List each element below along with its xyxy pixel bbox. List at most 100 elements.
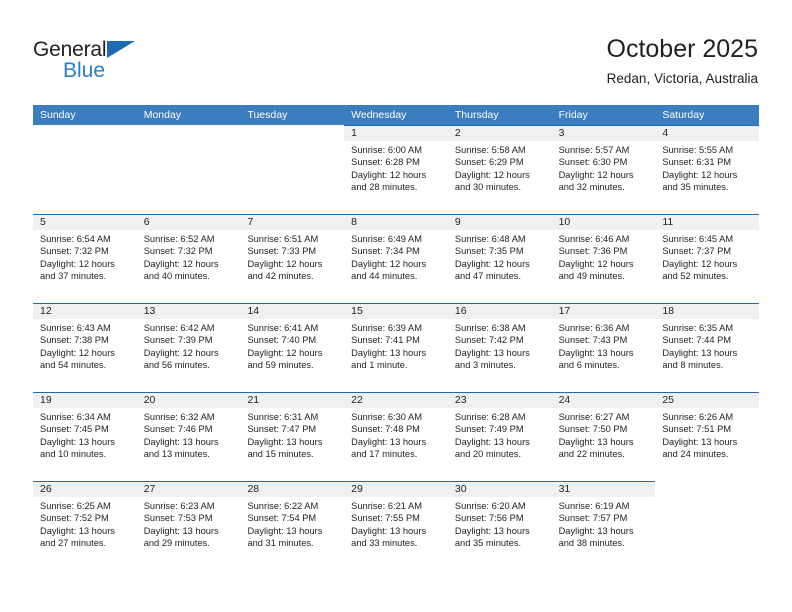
- day-cell[interactable]: 19 Sunrise: 6:34 AM Sunset: 7:45 PM Dayligh…: [33, 392, 137, 481]
- day-cell[interactable]: 21 Sunrise: 6:31 AM Sunset: 7:47 PM Dayligh…: [240, 392, 345, 481]
- sunrise-time: Sunrise: 6:54 AM: [40, 234, 111, 244]
- day-cell[interactable]: 6 Sunrise: 6:52 AM Sunset: 7:32 PM Daylight…: [136, 214, 241, 303]
- day-number: 15: [351, 305, 363, 317]
- day-number: 14: [247, 305, 260, 317]
- day-cell[interactable]: 7 Sunrise: 6:51 AM Sunset: 7:33 PM Daylight…: [240, 214, 345, 303]
- daylight-duration-line2: and 47 minutes.: [454, 271, 522, 282]
- day-cell[interactable]: 17 Sunrise: 6:36 AM Sunset: 7:43 PM Dayligh…: [551, 303, 656, 392]
- sunset-time: Sunset: 7:39 PM: [143, 335, 213, 346]
- day-cell[interactable]: 3 Sunrise: 5:57 AM Sunset: 6:30 PM Daylight…: [551, 125, 656, 214]
- day-cell[interactable]: 18 Sunrise: 6:35 AM Sunset: 7:44 PM Dayligh…: [655, 303, 760, 392]
- day-number: 17: [558, 305, 571, 317]
- day-info: Sunrise: 6:00 AM Sunset: 6:28 PM Daylight:…: [344, 141, 448, 194]
- sunset-time: Sunset: 7:50 PM: [558, 424, 628, 435]
- day-info: Sunrise: 6:51 AM Sunset: 7:33 PM Daylight:…: [240, 230, 344, 283]
- day-number: 2: [454, 127, 461, 139]
- day-cell[interactable]: 23 Sunrise: 6:28 AM Sunset: 7:49 PM Dayligh…: [447, 392, 552, 481]
- daylight-duration-line1: Daylight: 12 hours: [143, 258, 219, 269]
- sunrise-time: Sunrise: 6:28 AM: [454, 412, 526, 422]
- day-cell[interactable]: 27 Sunrise: 6:23 AM Sunset: 7:53 PM Dayligh…: [136, 481, 241, 570]
- day-number: 18: [662, 305, 674, 317]
- sunrise-time: Sunrise: 6:22 AM: [247, 501, 319, 511]
- sunrise-time: Sunrise: 5:55 AM: [662, 145, 734, 155]
- day-cell[interactable]: 31 Sunrise: 6:19 AM Sunset: 7:57 PM Dayligh…: [551, 481, 656, 570]
- sunset-time: Sunset: 7:51 PM: [662, 424, 732, 435]
- day-cell[interactable]: 29 Sunrise: 6:21 AM Sunset: 7:55 PM Dayligh…: [344, 481, 448, 570]
- sunset-time: Sunset: 7:36 PM: [558, 246, 628, 257]
- day-cell[interactable]: 24 Sunrise: 6:27 AM Sunset: 7:50 PM Dayligh…: [551, 392, 656, 481]
- day-info: Sunrise: 6:31 AM Sunset: 7:47 PM Daylight:…: [240, 408, 344, 461]
- weekday-header-saturday: Saturday: [662, 109, 705, 121]
- general-blue-logo[interactable]: General Blue: [33, 38, 163, 86]
- daylight-duration-line1: Daylight: 13 hours: [558, 347, 634, 358]
- day-number-band: 31: [551, 481, 656, 497]
- sunset-time: Sunset: 7:42 PM: [454, 335, 524, 346]
- day-info: Sunrise: 6:19 AM Sunset: 7:57 PM Daylight:…: [552, 497, 656, 550]
- day-number: 4: [662, 127, 669, 139]
- sunrise-time: Sunrise: 6:48 AM: [454, 234, 526, 244]
- empty-day-cell: [136, 125, 241, 214]
- sunrise-time: Sunrise: 5:58 AM: [454, 145, 526, 155]
- day-cell[interactable]: 16 Sunrise: 6:38 AM Sunset: 7:42 PM Dayligh…: [447, 303, 552, 392]
- day-info: Sunrise: 6:39 AM Sunset: 7:41 PM Daylight:…: [344, 319, 448, 372]
- day-number: 25: [662, 394, 674, 406]
- sunrise-time: Sunrise: 6:42 AM: [143, 323, 215, 333]
- day-number-band: 11: [655, 214, 760, 230]
- day-cell[interactable]: 13 Sunrise: 6:42 AM Sunset: 7:39 PM Dayligh…: [136, 303, 241, 392]
- day-cell[interactable]: 22 Sunrise: 6:30 AM Sunset: 7:48 PM Dayligh…: [344, 392, 448, 481]
- day-cell[interactable]: 25 Sunrise: 6:26 AM Sunset: 7:51 PM Dayligh…: [655, 392, 760, 481]
- sunset-time: Sunset: 7:48 PM: [351, 424, 420, 435]
- daylight-duration-line2: and 20 minutes.: [454, 449, 522, 460]
- day-cell[interactable]: 2 Sunrise: 5:58 AM Sunset: 6:29 PM Daylight…: [447, 125, 552, 214]
- daylight-duration-line1: Daylight: 13 hours: [351, 436, 427, 447]
- sunset-time: Sunset: 7:45 PM: [40, 424, 109, 435]
- day-cell[interactable]: 8 Sunrise: 6:49 AM Sunset: 7:34 PM Daylight…: [344, 214, 448, 303]
- daylight-duration-line1: Daylight: 12 hours: [558, 258, 634, 269]
- day-cell[interactable]: 4 Sunrise: 5:55 AM Sunset: 6:31 PM Daylight…: [655, 125, 760, 214]
- day-cell[interactable]: 10 Sunrise: 6:46 AM Sunset: 7:36 PM Dayligh…: [551, 214, 656, 303]
- day-cell[interactable]: 9 Sunrise: 6:48 AM Sunset: 7:35 PM Daylight…: [447, 214, 552, 303]
- sunrise-time: Sunrise: 6:49 AM: [351, 234, 422, 244]
- day-cell[interactable]: 20 Sunrise: 6:32 AM Sunset: 7:46 PM Dayligh…: [136, 392, 241, 481]
- sunset-time: Sunset: 6:29 PM: [454, 157, 524, 168]
- calendar-body: 1 Sunrise: 6:00 AM Sunset: 6:28 PM Daylight…: [33, 125, 760, 570]
- day-number: 7: [247, 216, 254, 228]
- daylight-duration-line1: Daylight: 12 hours: [351, 169, 427, 180]
- day-number-band: 2: [447, 125, 552, 141]
- day-cell[interactable]: 28 Sunrise: 6:22 AM Sunset: 7:54 PM Dayligh…: [240, 481, 345, 570]
- day-number-band: 18: [655, 303, 760, 319]
- sunrise-time: Sunrise: 6:51 AM: [247, 234, 319, 244]
- day-info: Sunrise: 6:42 AM Sunset: 7:39 PM Daylight:…: [137, 319, 241, 372]
- day-info: Sunrise: 6:27 AM Sunset: 7:50 PM Daylight:…: [552, 408, 656, 461]
- daylight-duration-line1: Daylight: 13 hours: [662, 436, 738, 447]
- daylight-duration-line2: and 24 minutes.: [662, 449, 729, 460]
- sunset-time: Sunset: 7:40 PM: [247, 335, 317, 346]
- empty-day-cell: [240, 125, 345, 214]
- daylight-duration-line1: Daylight: 13 hours: [351, 525, 427, 536]
- day-number: 5: [40, 216, 46, 228]
- day-cell[interactable]: 1 Sunrise: 6:00 AM Sunset: 6:28 PM Daylight…: [344, 125, 448, 214]
- day-cell[interactable]: 11 Sunrise: 6:45 AM Sunset: 7:37 PM Dayligh…: [655, 214, 760, 303]
- day-number: 8: [351, 216, 357, 228]
- weekday-header-thursday: Thursday: [454, 109, 499, 121]
- day-number-band: 10: [551, 214, 656, 230]
- day-cell[interactable]: 5 Sunrise: 6:54 AM Sunset: 7:32 PM Daylight…: [33, 214, 137, 303]
- sunrise-time: Sunrise: 6:25 AM: [40, 501, 111, 511]
- daylight-duration-line1: Daylight: 13 hours: [143, 525, 219, 536]
- day-cell[interactable]: 14 Sunrise: 6:41 AM Sunset: 7:40 PM Dayligh…: [240, 303, 345, 392]
- day-cell[interactable]: 12 Sunrise: 6:43 AM Sunset: 7:38 PM Dayligh…: [33, 303, 137, 392]
- daylight-duration-line2: and 44 minutes.: [351, 271, 418, 282]
- sunset-time: Sunset: 7:43 PM: [558, 335, 628, 346]
- sunset-time: Sunset: 7:54 PM: [247, 513, 317, 524]
- day-number: 30: [454, 483, 467, 495]
- daylight-duration-line2: and 37 minutes.: [40, 271, 107, 282]
- day-cell[interactable]: 30 Sunrise: 6:20 AM Sunset: 7:56 PM Dayligh…: [447, 481, 552, 570]
- sunrise-time: Sunrise: 6:23 AM: [143, 501, 215, 511]
- daylight-duration-line2: and 8 minutes.: [662, 360, 724, 371]
- day-cell[interactable]: 15 Sunrise: 6:39 AM Sunset: 7:41 PM Dayligh…: [344, 303, 448, 392]
- day-cell[interactable]: 26 Sunrise: 6:25 AM Sunset: 7:52 PM Dayligh…: [33, 481, 137, 570]
- daylight-duration-line1: Daylight: 12 hours: [247, 347, 323, 358]
- day-info: Sunrise: 6:49 AM Sunset: 7:34 PM Daylight:…: [344, 230, 448, 283]
- day-number: 28: [247, 483, 260, 495]
- daylight-duration-line2: and 56 minutes.: [143, 360, 210, 371]
